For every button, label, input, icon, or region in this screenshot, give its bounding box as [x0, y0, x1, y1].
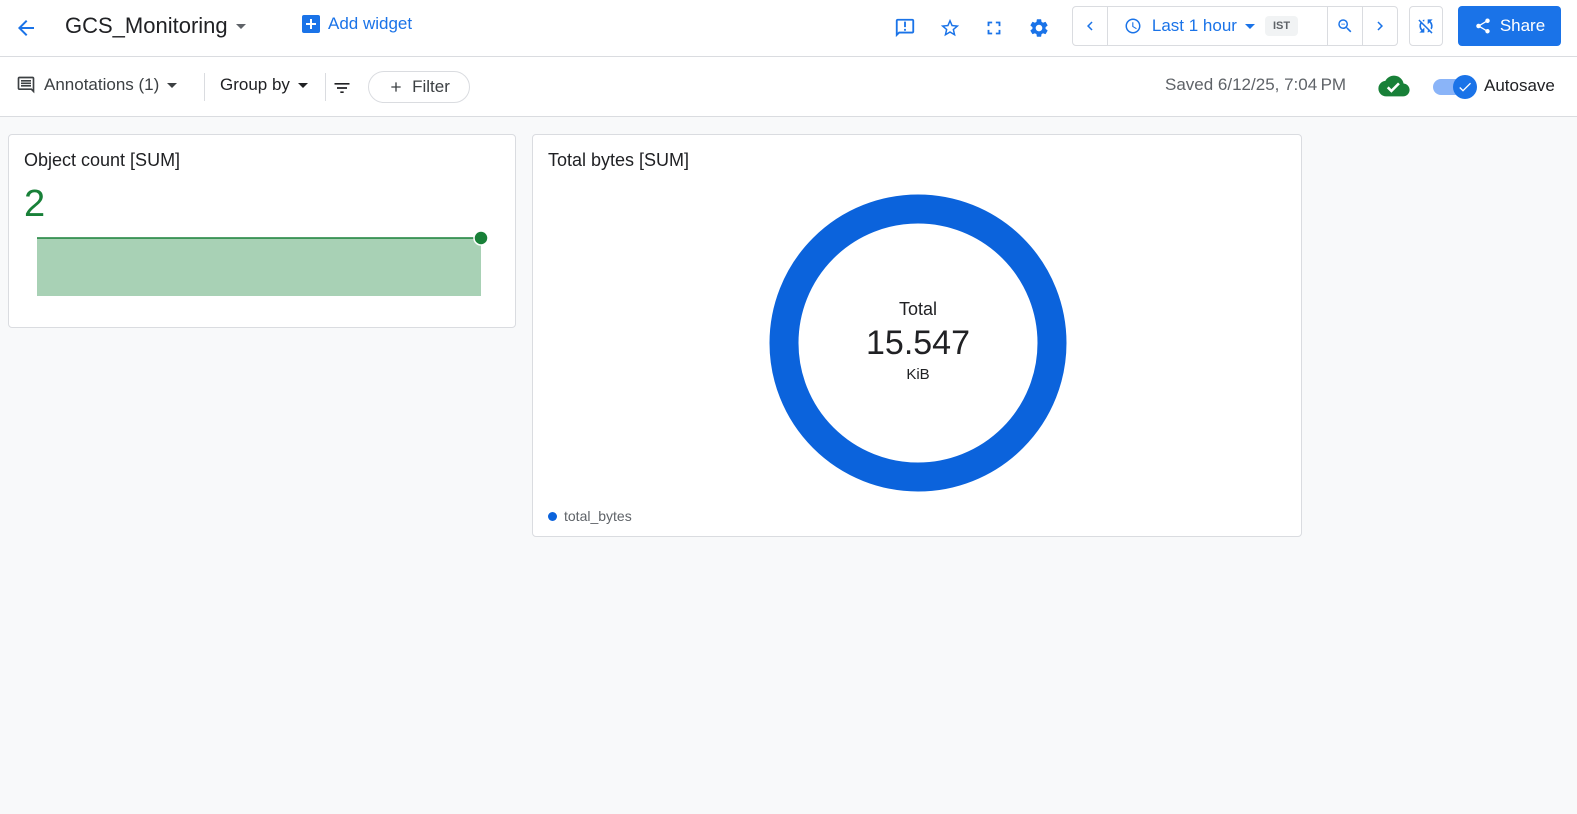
clock-icon [1125, 18, 1141, 34]
chart-legend: total_bytes [548, 508, 632, 524]
top-app-bar: GCS_Monitoring Add widget Last 1 hour IS… [0, 0, 1577, 57]
legend-swatch [548, 511, 557, 521]
add-filter-button[interactable]: Filter [368, 71, 470, 103]
chevron-down-icon [167, 82, 178, 88]
annotations-dropdown[interactable]: Annotations (1) [16, 75, 178, 95]
time-range-label: Last 1 hour [1151, 16, 1237, 35]
divider [204, 73, 205, 101]
total-bytes-widget[interactable]: Total bytes [SUM] Total 15.547 KiB total… [532, 134, 1302, 537]
check-icon [1453, 75, 1477, 99]
dashboard-title: GCS_Monitoring [65, 13, 228, 38]
add-box-icon [302, 15, 320, 33]
autosave-toggle[interactable] [1433, 75, 1479, 99]
filter-label: Filter [412, 77, 450, 96]
sync-disabled-icon [1418, 19, 1433, 34]
autosave-label: Autosave [1484, 76, 1555, 95]
chevron-right-icon [1377, 21, 1384, 31]
donut-center-label: Total [899, 299, 937, 319]
add-widget-label: Add widget [328, 14, 413, 33]
next-range-button[interactable] [1363, 7, 1397, 45]
dashboard-title-dropdown[interactable]: GCS_Monitoring [65, 13, 246, 39]
annotations-label: Annotations (1) [44, 75, 160, 94]
chevron-down-icon [1244, 23, 1255, 29]
back-arrow-icon[interactable] [10, 12, 42, 44]
sparkline-area [37, 238, 481, 296]
time-range-selector[interactable]: Last 1 hour IST [1108, 7, 1327, 45]
annotation-icon [17, 76, 35, 94]
gear-icon[interactable] [1024, 13, 1054, 43]
feedback-icon[interactable] [890, 13, 920, 43]
chevron-down-icon [297, 82, 308, 88]
legend-label: total_bytes [564, 508, 632, 524]
sparkline-chart [37, 230, 489, 296]
chevron-down-icon [235, 23, 246, 29]
sparkline-last-point [473, 230, 489, 246]
group-by-label: Group by [220, 75, 290, 94]
object-count-widget[interactable]: Object count [SUM] 2 [8, 134, 516, 328]
zoom-out-icon [1338, 19, 1352, 33]
donut-center-unit: KiB [906, 366, 929, 383]
dashboard-toolbar: Annotations (1) Group by Filter Saved 6/… [0, 57, 1577, 117]
plus-icon [391, 82, 401, 92]
share-icon [1476, 18, 1490, 34]
filter-list-icon[interactable] [331, 77, 353, 99]
share-label: Share [1499, 16, 1546, 35]
divider [325, 73, 326, 101]
timezone-chip[interactable]: IST [1264, 16, 1299, 36]
cloud-done-icon [1378, 73, 1410, 104]
auto-refresh-off-button[interactable] [1409, 6, 1443, 46]
fullscreen-icon[interactable] [979, 13, 1009, 43]
add-widget-button[interactable]: Add widget [302, 14, 412, 34]
saved-status: Saved 6/12/25, 7:04 PM [1165, 75, 1347, 94]
donut-chart: Total 15.547 KiB [769, 194, 1067, 492]
star-icon[interactable] [935, 13, 965, 43]
zoom-out-button[interactable] [1328, 7, 1362, 45]
donut-center-value: 15.547 [866, 324, 970, 362]
chevron-left-icon [1086, 21, 1093, 31]
share-button[interactable]: Share [1458, 6, 1561, 46]
group-by-dropdown[interactable]: Group by [220, 75, 308, 95]
time-range-control: Last 1 hour IST [1072, 6, 1398, 46]
previous-range-button[interactable] [1073, 7, 1107, 45]
